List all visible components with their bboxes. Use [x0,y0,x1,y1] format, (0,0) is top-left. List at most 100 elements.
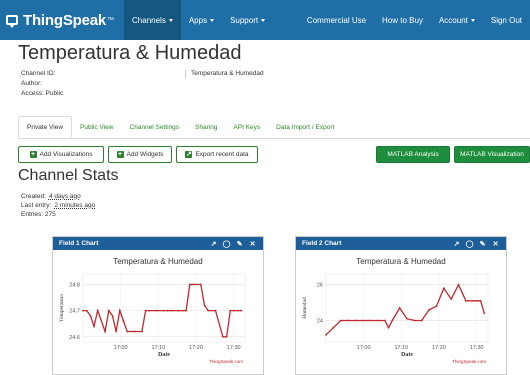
y-tick-label: 24 [317,319,323,325]
data-point [450,298,453,300]
data-point [104,330,106,333]
channel-author: Author: [21,80,42,87]
data-point [222,335,224,338]
data-point [420,319,423,322]
close-icon[interactable]: ✕ [491,239,500,248]
data-point [89,314,92,317]
plus-icon: + [116,151,124,158]
top-navbar: ThingSpeak ™ Channels Apps Support Comme… [0,0,530,40]
data-point [332,326,335,329]
channel-tabs: Private View Public View Channel Setting… [18,116,530,139]
caret-down-icon [261,18,266,22]
chart-body: Temperatura & Humedad 24.6 24.7 24.8 17:00 17… [53,250,263,374]
y-tick-label: 26 [317,283,323,289]
plot-area [325,273,489,343]
speech-bubble-icon [6,15,18,28]
data-point [122,320,125,322]
add-visualizations-button[interactable]: + Add Visualizations [18,146,104,163]
series-line [325,283,485,336]
tab-sharing[interactable]: Sharing [187,116,225,138]
page-title: Temperatura & Humedad [18,42,242,64]
pencil-icon[interactable]: ✎ [235,239,244,248]
data-point [406,317,408,320]
chart-credit: ThingSpeak.com [452,359,486,364]
x-axis-label: Date [158,352,170,358]
nav-how-to-buy[interactable]: How to Buy [374,0,431,40]
data-point [225,335,228,338]
nav-sign-out[interactable]: Sign Out [483,0,530,40]
y-tick-label: 24.8 [69,282,80,288]
data-point [479,299,482,302]
comment-icon[interactable]: ◯ [465,239,474,248]
tab-api-keys[interactable]: API Keys [225,116,268,138]
tab-channel-settings[interactable]: Channel Settings [122,116,188,138]
matlab-analysis-button[interactable]: MATLAB Analysis [376,146,450,163]
brand-logo[interactable]: ThingSpeak ™ [6,12,114,29]
data-point [476,299,478,302]
export-label: Export recent data [195,151,249,158]
channel-access: Access: Public [21,90,64,97]
chart-credit: ThingSpeak.com [209,359,243,364]
data-point [126,330,129,333]
data-point [177,309,180,312]
data-point [203,304,206,307]
chart-title: Temperatura & Humedad [356,257,445,266]
export-recent-data-button[interactable]: ↗ Export recent data [176,146,258,163]
data-point [166,309,169,312]
pencil-icon[interactable]: ✎ [478,239,487,248]
x-tick-label: 17:00 [357,345,371,351]
data-point [465,299,467,302]
plus-icon: + [29,151,37,158]
data-point [207,309,210,312]
tab-private-view[interactable]: Private View [18,116,73,138]
data-point [155,309,158,312]
x-tick-label: 17:20 [189,345,203,351]
data-point [387,326,390,329]
data-point [96,309,99,312]
channel-stats: Created: 4 days ago Last entry: 2 minutes … [21,192,95,219]
caret-down-icon [470,18,475,22]
tab-data-import-export[interactable]: Data Import / Export [268,116,342,138]
nav-apps[interactable]: Apps [181,0,222,40]
stats-entries: Entries: 275 [21,211,56,218]
tab-public-view[interactable]: Public View [72,116,121,138]
x-tick-label: 17:10 [151,345,165,351]
field-1-chart-panel: Field 1 Chart ↗ ◯ ✎ ✕ Temperatura & Hume… [52,236,264,375]
add-widgets-button[interactable]: + Add Widgets [108,146,172,163]
data-point [170,309,173,312]
data-point [118,309,121,312]
data-point [111,314,114,317]
channel-id: Channel ID: [21,70,56,77]
data-point [181,309,184,312]
close-icon[interactable]: ✕ [248,239,257,248]
external-link-icon[interactable]: ↗ [209,239,218,248]
nav-commercial-use[interactable]: Commercial Use [299,0,374,40]
data-point [107,309,110,312]
add-visualizations-label: Add Visualizations [39,151,93,158]
chart-title: Temperatura & Humedad [113,257,202,266]
data-point [233,309,235,312]
data-point [361,319,364,322]
data-point [442,287,445,290]
data-point [192,283,195,286]
data-point [483,312,486,315]
nav-support[interactable]: Support [222,0,273,40]
data-point [347,319,349,322]
data-point [428,308,430,311]
matlab-visualization-button[interactable]: MATLAB Visualization [454,146,530,163]
external-link-icon[interactable]: ↗ [452,239,461,248]
data-point [384,319,386,322]
nav-apps-label: Apps [188,15,208,25]
field-2-chart: Temperatura & Humedad 24 26 17:00 17:10 17:20… [302,257,489,364]
stats-created-value: 4 days ago [48,193,81,200]
data-point [435,305,438,308]
nav-channels[interactable]: Channels [124,0,181,40]
caret-down-icon [168,18,173,22]
data-point [163,309,165,312]
x-tick-label: 17:20 [432,345,446,351]
panel-title: Field 2 Chart [302,240,342,247]
nav-account[interactable]: Account [431,0,483,40]
comment-icon[interactable]: ◯ [222,239,231,248]
channel-stats-title: Channel Stats [18,167,119,184]
data-point [85,309,88,312]
